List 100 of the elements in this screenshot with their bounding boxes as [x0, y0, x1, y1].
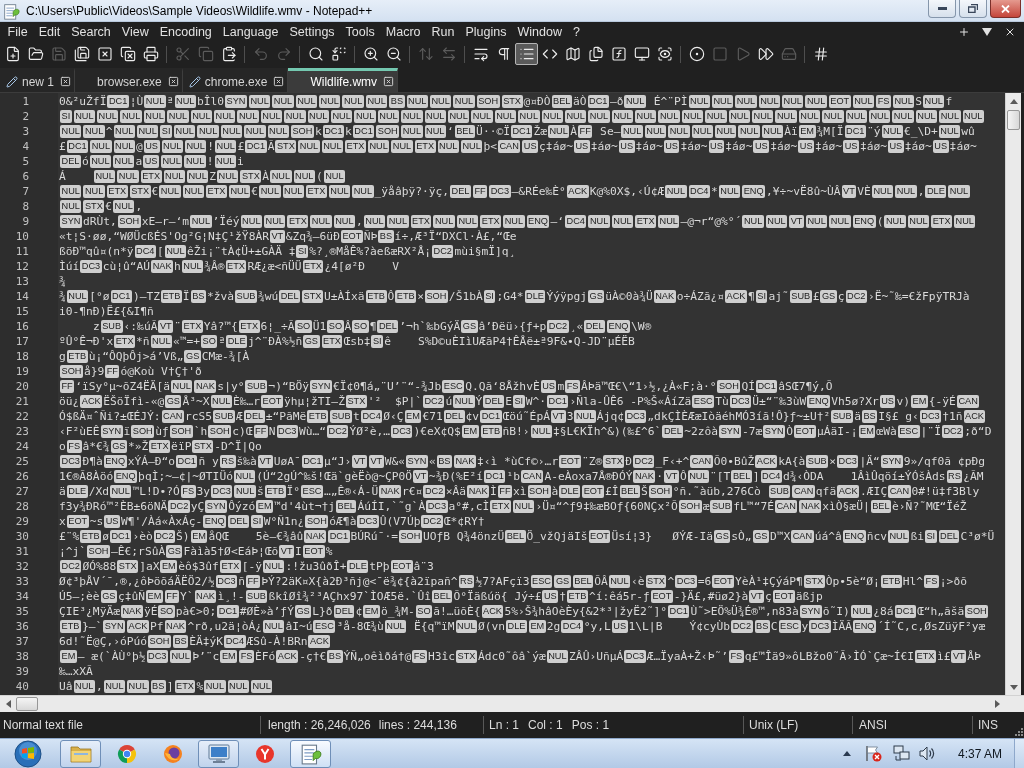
- control-char: NUL: [150, 334, 172, 348]
- tab-close-button[interactable]: [383, 76, 395, 87]
- code-text: Œöú˜ÉpÁ: [502, 410, 550, 423]
- code-text: É^¨PÌ: [653, 95, 688, 108]
- network-icon[interactable]: [892, 745, 910, 762]
- control-char: CAN: [774, 499, 798, 513]
- code-text: Œ*¢RY†: [443, 515, 485, 528]
- control-char: ACK: [127, 619, 149, 633]
- scrollbar-thumb[interactable]: [16, 697, 38, 711]
- control-char: NUL: [60, 124, 82, 138]
- code-text: äÒ: [572, 95, 587, 108]
- close-document-button[interactable]: [1004, 26, 1016, 38]
- control-char: NUL: [169, 649, 192, 663]
- orb-logo-icon: [162, 743, 183, 764]
- menu-item[interactable]: Search: [65, 22, 117, 42]
- control-char: ESC: [313, 619, 336, 633]
- flag-icon[interactable]: [864, 745, 882, 762]
- control-char: NUL: [103, 679, 126, 693]
- control-char: VT: [352, 454, 367, 468]
- code-text: Š: [641, 485, 648, 498]
- menu-item[interactable]: Settings: [283, 22, 341, 42]
- menu-item[interactable]: Tools: [340, 22, 381, 42]
- code-text: ZÂÛ›UñµÁ: [569, 650, 624, 663]
- control-char: NUL: [850, 604, 873, 618]
- horizontal-scrollbar[interactable]: [0, 695, 1024, 712]
- taskbar-button[interactable]: [60, 739, 101, 768]
- control-char: EOT: [302, 544, 325, 558]
- close-button[interactable]: [990, 0, 1021, 18]
- code-text: f3y¾ÐRó™²ÈB±6öNÄ: [59, 500, 168, 513]
- minimize-button[interactable]: [928, 0, 956, 18]
- control-char: NUL: [892, 109, 914, 123]
- control-char: ETX: [140, 169, 162, 183]
- control-char: DEL: [584, 319, 606, 333]
- vertical-scrollbar[interactable]: [1005, 93, 1021, 695]
- scrollbar-thumb[interactable]: [1007, 110, 1020, 130]
- menu-item[interactable]: Encoding: [154, 22, 218, 42]
- code-text: åQŒ 5è–€¾âû: [208, 530, 304, 543]
- triangle-up-icon[interactable]: [842, 751, 851, 756]
- control-char: NUL: [564, 109, 587, 123]
- code-text: è›Ñ?˜MŒ“ÏéŽ: [892, 500, 967, 513]
- control-char: NUL: [227, 679, 249, 693]
- control-char: NUL: [895, 184, 917, 198]
- menu-item[interactable]: View: [116, 22, 155, 42]
- tab-close-button[interactable]: [60, 76, 72, 87]
- menu-item[interactable]: Window: [511, 22, 568, 42]
- code-text: y: [801, 620, 809, 633]
- clock-time[interactable]: 4:37 AM: [957, 744, 1002, 763]
- control-char: NUL: [461, 139, 483, 153]
- control-char: DLE: [66, 484, 88, 498]
- taskbar-button[interactable]: [198, 739, 239, 768]
- menu-item[interactable]: Language: [217, 22, 284, 42]
- code-text: mùi§mÏ]q¸: [454, 245, 516, 258]
- code-text: ’Ïéý: [212, 215, 240, 228]
- control-char: EOT: [588, 529, 611, 543]
- control-char: US: [888, 139, 904, 153]
- code-text: =6: [697, 575, 712, 588]
- control-char: ETX: [345, 139, 366, 153]
- new-tab-button[interactable]: [958, 26, 970, 38]
- tab[interactable]: browser.exe: [75, 68, 183, 92]
- code-text: }–`: [81, 620, 103, 633]
- menu-item[interactable]: ?: [567, 22, 586, 42]
- code-text: €_\D+: [903, 125, 938, 138]
- control-char: SOH: [965, 604, 989, 618]
- close-icon: [1001, 4, 1010, 13]
- code-text: ßi: [910, 530, 924, 543]
- control-char: ESC: [530, 574, 553, 588]
- control-char: SUB: [100, 319, 123, 333]
- tab[interactable]: new 1: [0, 68, 76, 92]
- code-text: â*€¾: [82, 440, 110, 453]
- menu-item[interactable]: Macro: [380, 22, 427, 42]
- control-char: US: [143, 139, 160, 153]
- code-text: UøA¯: [273, 455, 301, 468]
- menu-item[interactable]: Plugins: [459, 22, 512, 42]
- code-text: Ú5–;èè: [59, 590, 100, 603]
- menu-item[interactable]: Run: [426, 22, 460, 42]
- tab-close-button[interactable]: [167, 76, 179, 87]
- control-char: ETB: [60, 619, 81, 633]
- code-text: ‡áø~: [590, 140, 618, 153]
- code-text: |¨Ï: [920, 425, 941, 438]
- tab-list-button[interactable]: [982, 28, 992, 36]
- menu-item[interactable]: Edit: [33, 22, 66, 42]
- tab-close-button[interactable]: [273, 76, 285, 87]
- restore-button[interactable]: [959, 0, 987, 18]
- taskbar-button[interactable]: [290, 739, 331, 768]
- menu-item[interactable]: File: [2, 22, 34, 42]
- code-text: ‹F²ùEÊ: [59, 425, 100, 438]
- control-char: ETB: [264, 484, 286, 498]
- code-text: D™X: [769, 530, 791, 543]
- control-char: STX: [83, 199, 105, 213]
- code-text: *ñ: [136, 335, 150, 348]
- tab[interactable]: Wildlife.wmv: [288, 68, 399, 92]
- text-editor[interactable]: [58, 93, 1005, 695]
- control-char: NUL: [295, 94, 318, 108]
- volume-icon[interactable]: [918, 745, 936, 762]
- tab[interactable]: chrome.exe: [182, 68, 289, 92]
- control-char: NUL: [588, 214, 610, 228]
- code-text: ÝÑ„oêìðá†@: [343, 650, 412, 663]
- code-text: ‹è: [631, 575, 645, 588]
- control-char: NUL: [608, 574, 631, 588]
- control-char: EM: [190, 529, 208, 543]
